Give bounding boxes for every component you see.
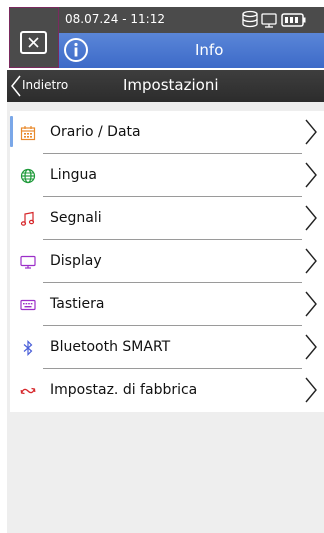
- chevron-right-icon: [305, 119, 317, 145]
- list-item-label: Impostaz. di fabbrica: [50, 382, 198, 398]
- list-item-display[interactable]: Display: [10, 240, 324, 283]
- chevron-right-icon: [305, 377, 317, 403]
- close-area: [9, 7, 59, 68]
- keyboard-icon: [20, 299, 36, 311]
- list-item-label: Lingua: [50, 167, 97, 183]
- list-item-segnali[interactable]: Segnali: [10, 197, 324, 240]
- content-area: Orario / Data Lingua Segnali Display Tas…: [7, 102, 324, 533]
- list-item-bluetooth-smart[interactable]: Bluetooth SMART: [10, 326, 324, 369]
- list-item-label: Tastiera: [50, 296, 105, 312]
- back-label: Indietro: [22, 78, 69, 92]
- chevron-right-icon: [305, 248, 317, 274]
- chevron-right-icon: [305, 334, 317, 360]
- list-item-lingua[interactable]: Lingua: [10, 154, 324, 197]
- info-icon[interactable]: [63, 37, 89, 63]
- page-title: Impostazioni: [123, 76, 219, 94]
- chevron-right-icon: [305, 291, 317, 317]
- database-icon: [242, 10, 258, 28]
- chevron-left-icon: [11, 75, 21, 97]
- monitor-icon: [20, 255, 36, 269]
- nav-bar: Indietro Impostazioni: [7, 70, 324, 102]
- datetime-text: 08.07.24 - 11:12: [65, 12, 165, 26]
- list-item-label: Bluetooth SMART: [50, 339, 171, 355]
- calendar-icon: [20, 126, 36, 141]
- back-button[interactable]: Indietro: [7, 70, 97, 102]
- globe-icon: [20, 168, 36, 184]
- selection-indicator: [10, 116, 13, 147]
- list-item-tastiera[interactable]: Tastiera: [10, 283, 324, 326]
- list-item-orario-data[interactable]: Orario / Data: [10, 111, 324, 154]
- close-button[interactable]: [20, 31, 47, 54]
- status-icons: [238, 9, 322, 35]
- music-note-icon: [20, 211, 35, 226]
- status-bar: 08.07.24 - 11:12: [59, 7, 324, 33]
- monitor-status-icon: [261, 13, 277, 28]
- settings-list: Orario / Data Lingua Segnali Display Tas…: [10, 111, 324, 412]
- close-icon: [28, 37, 39, 48]
- bluetooth-icon: [23, 340, 33, 356]
- factory-reset-icon: [20, 387, 36, 395]
- list-item-label: Orario / Data: [50, 124, 141, 140]
- info-header: Info: [59, 33, 324, 68]
- chevron-right-icon: [305, 205, 317, 231]
- info-title: Info: [195, 41, 224, 59]
- top-bar: 08.07.24 - 11:12 Info: [0, 0, 324, 68]
- list-item-label: Segnali: [50, 210, 102, 226]
- battery-icon: [281, 13, 306, 27]
- list-item-impostaz-di-fabbrica[interactable]: Impostaz. di fabbrica: [10, 369, 324, 412]
- list-item-label: Display: [50, 253, 102, 269]
- chevron-right-icon: [305, 162, 317, 188]
